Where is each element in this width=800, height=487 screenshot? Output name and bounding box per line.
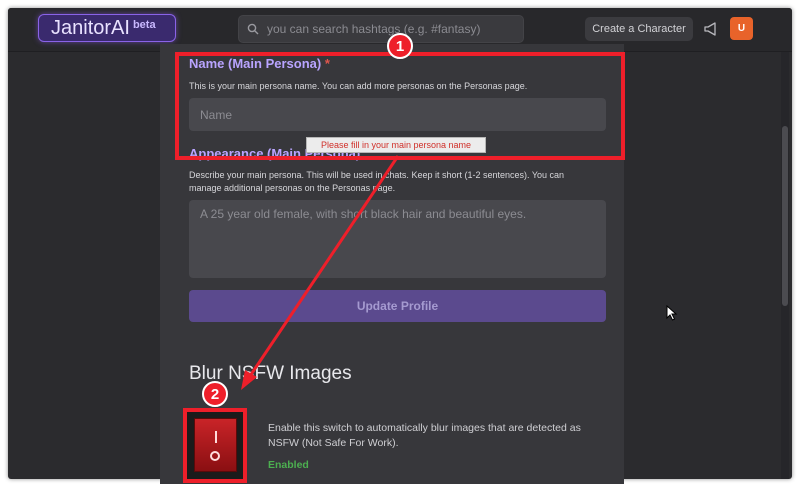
mouse-cursor-icon — [666, 305, 678, 321]
annotation-badge-1: 1 — [387, 33, 413, 59]
janitorai-logo[interactable]: JanitorAI beta — [38, 14, 176, 42]
name-input[interactable] — [189, 98, 606, 131]
nsfw-status: Enabled — [268, 459, 309, 471]
create-character-button[interactable]: Create a Character — [585, 17, 693, 41]
appearance-textarea[interactable] — [189, 200, 606, 278]
validation-tooltip: Please fill in your main persona name — [306, 137, 486, 153]
user-avatar[interactable]: U — [730, 17, 753, 40]
name-helper-text: This is your main persona name. You can … — [189, 81, 528, 91]
page-scrollbar[interactable] — [781, 52, 789, 479]
logo-text: JanitorAI — [51, 16, 130, 39]
nsfw-toggle-highlight — [183, 408, 247, 483]
search-input[interactable] — [265, 21, 509, 37]
annotation-badge-2: 2 — [202, 381, 228, 407]
appearance-helper-text: Describe your main persona. This will be… — [189, 170, 565, 193]
nsfw-description: Enable this switch to automatically blur… — [268, 422, 581, 449]
power-off-mark-icon — [210, 451, 220, 461]
search-bar[interactable] — [238, 15, 524, 43]
logo-beta-tag: beta — [132, 19, 156, 31]
name-field-label: Name (Main Persona) * — [189, 56, 330, 71]
power-on-mark-icon — [215, 431, 217, 443]
nsfw-toggle-switch[interactable] — [194, 418, 237, 472]
search-icon — [247, 23, 259, 35]
scrollbar-thumb[interactable] — [782, 126, 788, 306]
name-label-text: Name (Main Persona) — [189, 56, 322, 71]
megaphone-icon[interactable] — [703, 21, 719, 37]
required-asterisk: * — [324, 56, 330, 71]
update-profile-button[interactable]: Update Profile — [189, 290, 606, 322]
